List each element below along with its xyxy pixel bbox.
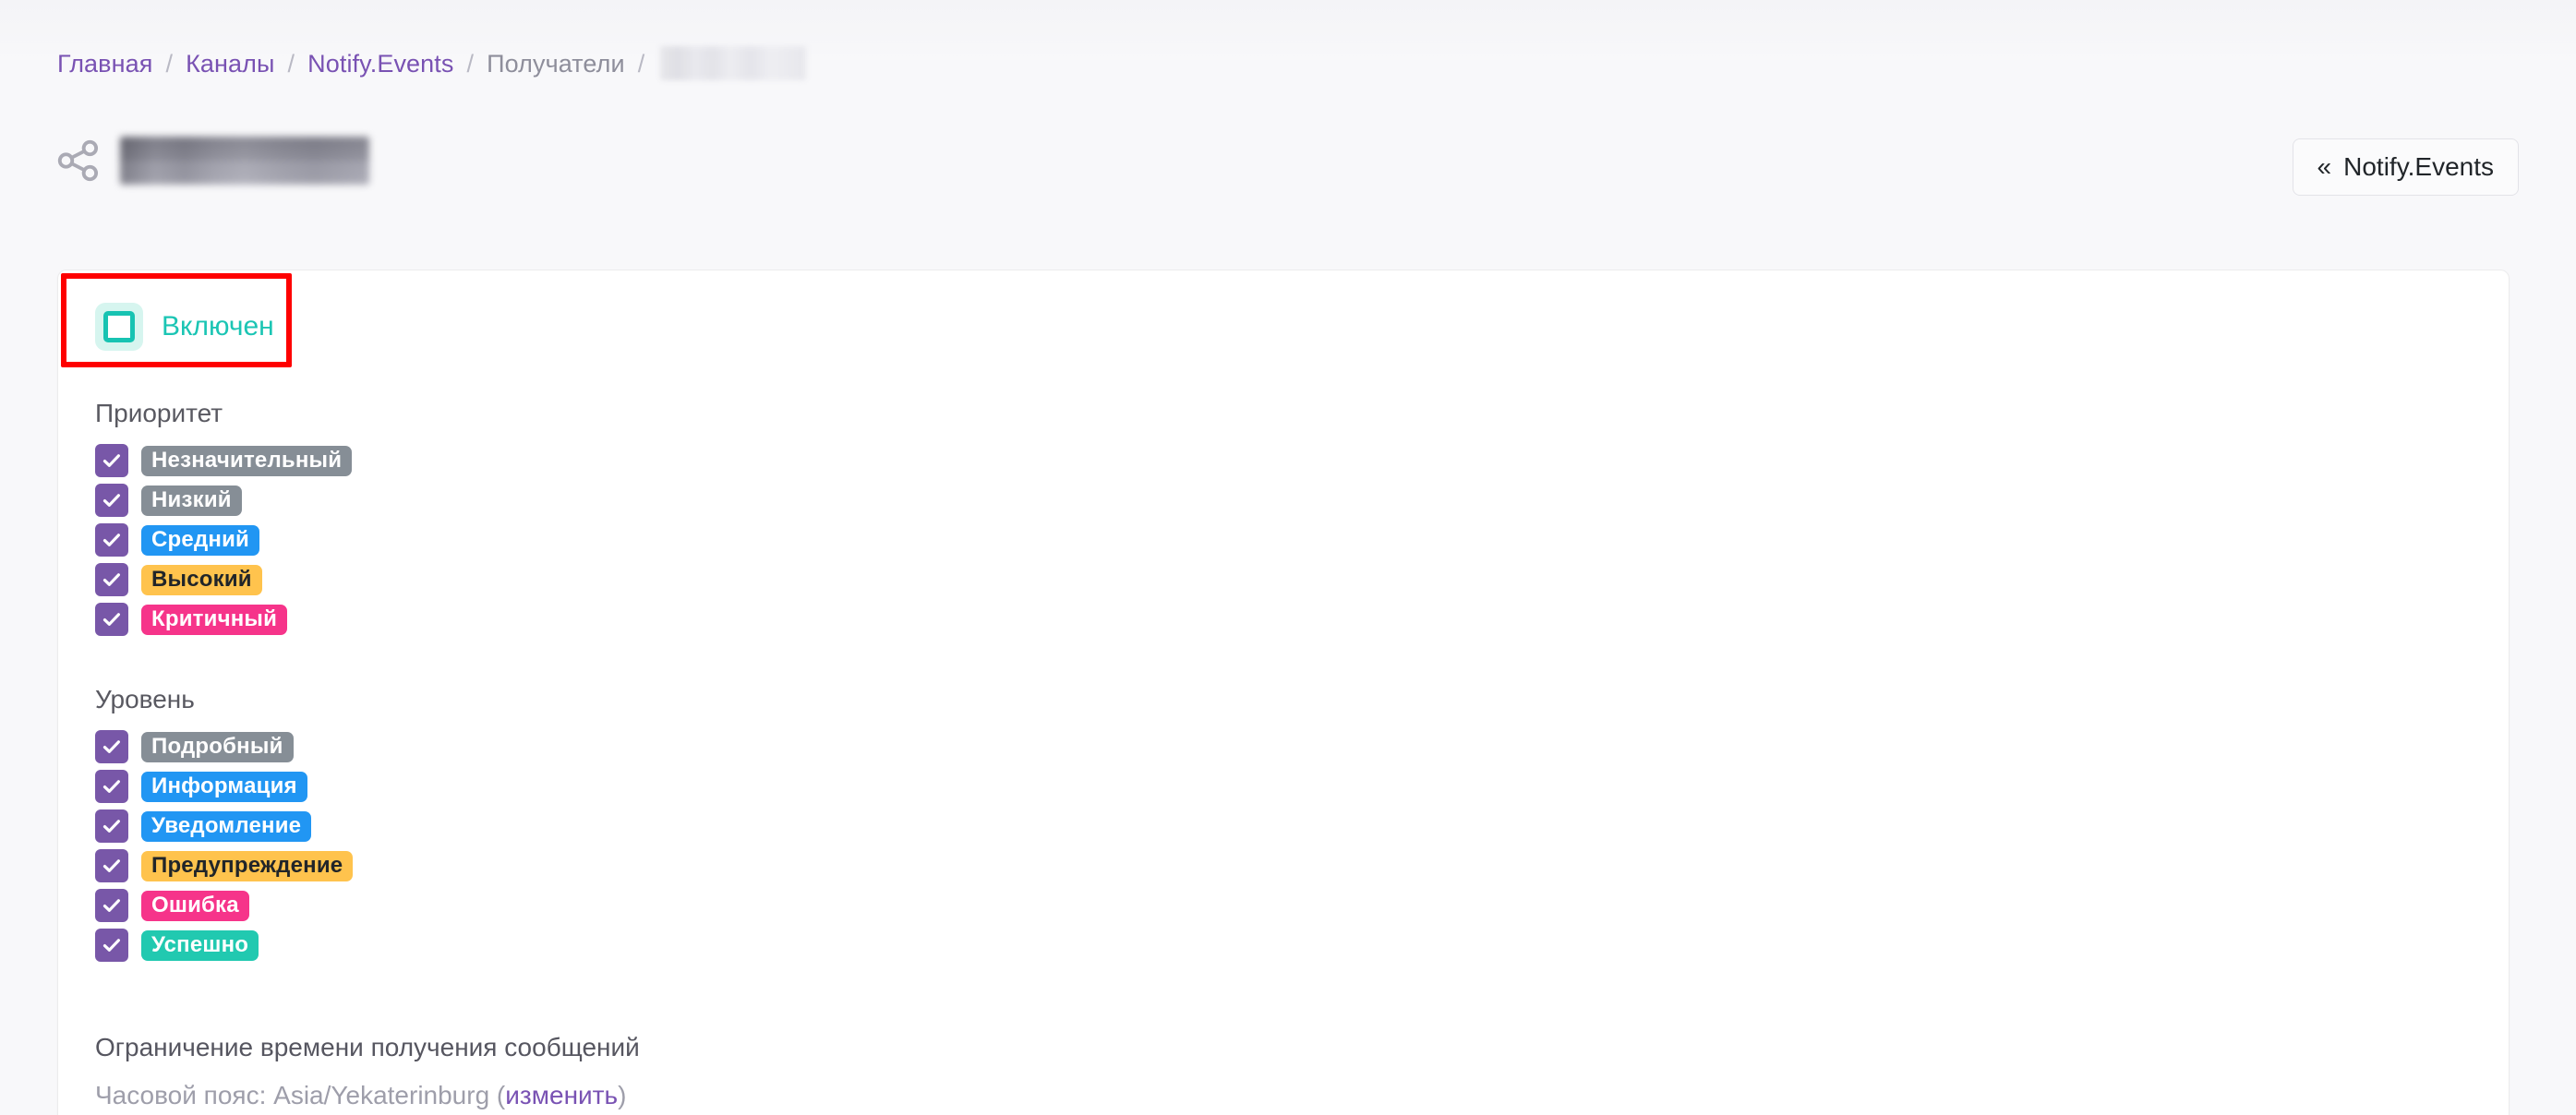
level-badge: Подробный [141, 731, 294, 762]
level-badge: Ошибка [141, 890, 249, 921]
priority-checkbox[interactable] [95, 444, 128, 477]
level-badge: Предупреждение [141, 850, 354, 881]
check-icon [102, 613, 120, 626]
settings-card: Включен Приоритет Незначительный Низкий Ср… [57, 270, 2510, 1115]
enabled-toggle-row[interactable]: Включен [95, 303, 274, 351]
level-checkbox[interactable] [95, 889, 128, 922]
check-icon [102, 939, 120, 952]
time-restriction-section: Ограничение времени получения сообщений … [95, 1031, 640, 1112]
timezone-change-link[interactable]: изменить [505, 1081, 618, 1109]
breadcrumb-item-home[interactable]: Главная [57, 49, 152, 78]
check-icon [102, 780, 120, 793]
breadcrumb-item-recipients: Получатели [487, 49, 625, 78]
level-option-row[interactable]: Ошибка [95, 889, 353, 922]
back-to-notify-events-button[interactable]: « Notify.Events [2292, 138, 2519, 196]
chevron-double-left-icon: « [2317, 152, 2332, 181]
priority-option-list: Незначительный Низкий Средний Высокий Критич… [95, 444, 353, 636]
priority-option-row[interactable]: Незначительный [95, 444, 353, 477]
check-icon [102, 494, 120, 507]
breadcrumb-separator: / [165, 49, 174, 78]
breadcrumb-item-channels[interactable]: Каналы [186, 49, 274, 78]
level-option-row[interactable]: Предупреждение [95, 849, 354, 882]
check-icon [102, 454, 120, 467]
priority-option-row[interactable]: Низкий [95, 484, 352, 517]
level-option-row[interactable]: Подробный [95, 730, 353, 763]
level-section-title: Уровень [95, 685, 195, 713]
level-option-row[interactable]: Уведомление [95, 809, 353, 843]
priority-option-row[interactable]: Высокий [95, 563, 352, 596]
check-icon [102, 899, 120, 912]
timezone-value: Asia/Yekaterinburg [273, 1081, 490, 1109]
level-checkbox[interactable] [95, 849, 128, 882]
breadcrumb-separator: / [287, 49, 295, 78]
page-title-redacted [120, 137, 369, 185]
check-icon [102, 573, 120, 586]
level-option-list: Подробный Информация Уведомление Предупрежд… [95, 730, 354, 962]
priority-section-title: Приоритет [95, 399, 223, 427]
back-button-label: Notify.Events [2343, 152, 2494, 181]
priority-badge: Критичный [141, 604, 288, 635]
priority-checkbox[interactable] [95, 563, 128, 596]
priority-section: Приоритет Незначительный Низкий Средний Выс… [95, 398, 353, 642]
level-checkbox[interactable] [95, 770, 128, 803]
level-checkbox[interactable] [95, 929, 128, 962]
level-badge: Уведомление [141, 810, 312, 842]
timezone-paren-open: ( [489, 1081, 506, 1109]
breadcrumb: Главная / Каналы / Notify.Events / Получ… [57, 46, 807, 80]
priority-checkbox[interactable] [95, 523, 128, 557]
breadcrumb-item-notify-events[interactable]: Notify.Events [307, 49, 453, 78]
priority-badge: Средний [141, 524, 259, 556]
enabled-label: Включен [162, 311, 274, 342]
level-checkbox[interactable] [95, 809, 128, 843]
priority-badge: Низкий [141, 485, 242, 516]
enabled-checkbox[interactable] [95, 303, 143, 351]
check-icon [102, 740, 120, 753]
check-icon [102, 534, 120, 546]
level-option-row[interactable]: Информация [95, 770, 353, 803]
level-section: Уровень Подробный Информация Уведомление Пр… [95, 684, 354, 968]
priority-badge: Высокий [141, 564, 262, 595]
priority-option-row[interactable]: Критичный [95, 603, 352, 636]
level-option-row[interactable]: Успешно [95, 929, 353, 962]
level-checkbox[interactable] [95, 730, 128, 763]
priority-checkbox[interactable] [95, 603, 128, 636]
checkbox-square-icon [103, 311, 135, 342]
priority-badge: Незначительный [141, 445, 353, 476]
priority-checkbox[interactable] [95, 484, 128, 517]
priority-option-row[interactable]: Средний [95, 523, 352, 557]
timezone-line: Часовой пояс: Asia/Yekaterinburg (измени… [95, 1079, 640, 1112]
page-title-row [54, 131, 369, 190]
level-badge: Информация [141, 771, 307, 802]
breadcrumb-item-redacted [660, 46, 807, 80]
timezone-prefix: Часовой пояс: [95, 1081, 274, 1109]
level-badge: Успешно [141, 929, 259, 961]
share-icon [57, 139, 99, 182]
check-icon [102, 859, 120, 872]
breadcrumb-separator: / [466, 49, 475, 78]
breadcrumb-separator: / [637, 49, 645, 78]
timezone-paren-close: ) [618, 1081, 627, 1109]
time-restriction-title: Ограничение времени получения сообщений [95, 1033, 640, 1061]
page-root: Главная / Каналы / Notify.Events / Получ… [0, 0, 2576, 1115]
check-icon [102, 820, 120, 833]
